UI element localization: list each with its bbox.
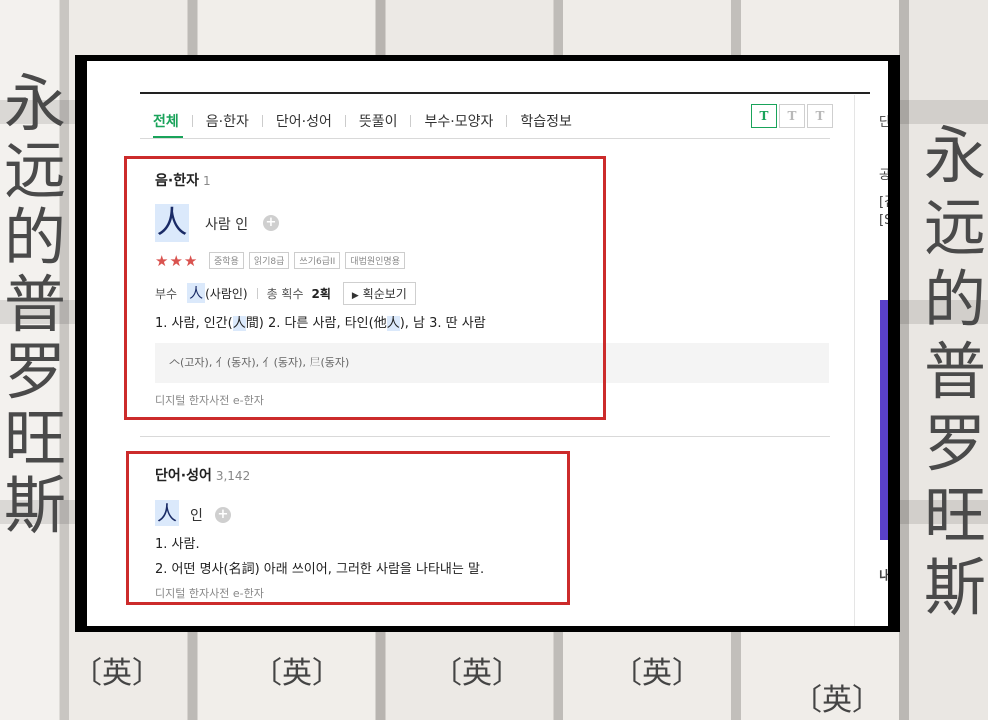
- hanja-reading: 사람 인: [205, 217, 249, 233]
- header-rule: [140, 92, 870, 94]
- sidebar-text[interactable]: [검: [879, 191, 888, 210]
- level-badge: 중학용: [209, 252, 244, 269]
- words-section-title: 단어·성어 3,142: [155, 465, 250, 485]
- level-badge: 읽기8급: [248, 252, 290, 269]
- importance-stars: ★★★: [155, 252, 199, 270]
- book-title-right: 永 远 的 普 罗 旺 斯: [924, 119, 987, 624]
- book-spine-label: 〔英〕: [72, 656, 162, 691]
- sidebar-text: 단: [879, 115, 888, 130]
- screenshot-frame: 전체 음·한자 단어·성어 뜻풀이 부수·모양자 학습정보 T T T 단 공 …: [75, 55, 900, 632]
- add-word-button[interactable]: +: [215, 507, 231, 523]
- word-reading: 인: [190, 508, 203, 524]
- tab-reading-hanja[interactable]: 음·한자: [206, 111, 249, 131]
- tab-separator: [506, 115, 508, 127]
- radical-label: 부수: [155, 286, 178, 301]
- radical-name: (사람인): [205, 286, 248, 301]
- tab-radical-shape[interactable]: 부수·모양자: [424, 111, 493, 131]
- tab-study-info[interactable]: 학습정보: [520, 111, 572, 131]
- info-separator: [256, 287, 258, 299]
- column-divider: [854, 95, 855, 626]
- meaning-text: ), 남 3. 딴 사람: [399, 316, 486, 331]
- book-char: 罗: [924, 407, 987, 480]
- sidebar-text[interactable]: [S: [879, 213, 888, 228]
- book-char: 罗: [4, 335, 67, 408]
- sidebar-banner[interactable]: [880, 300, 888, 540]
- book-char: 永: [4, 67, 67, 140]
- font-size-controls: T T T: [749, 104, 833, 128]
- tab-separator: [344, 115, 346, 127]
- word-source-link[interactable]: 디지털 한자사전 e-한자: [155, 585, 264, 601]
- book-char: 普: [4, 268, 67, 341]
- level-badges: 중학용 읽기8급 쓰기6급II 대법원인명용: [209, 252, 410, 269]
- hanja-section-title-label: 음·한자: [155, 173, 199, 189]
- book-spine-label: 〔英〕: [612, 656, 702, 691]
- book-char: 斯: [924, 551, 987, 624]
- variant-characters: 𠆢(고자), 亻(동자), 亻(동자), 𡰥(동자): [155, 343, 829, 383]
- tab-all[interactable]: 전체: [153, 111, 179, 131]
- book-title-left: 永 远 的 普 罗 旺 斯: [4, 70, 84, 539]
- book-spine-label: 〔英〕: [432, 656, 522, 691]
- hanja-section-count: 1: [202, 174, 211, 188]
- book-char: 的: [924, 263, 987, 336]
- stroke-order-button[interactable]: ▶ 획순보기: [342, 281, 416, 305]
- sidebar-text: 내: [879, 569, 888, 584]
- book-char: 旺: [924, 479, 987, 552]
- word-meaning-1: 1. 사람.: [155, 537, 200, 552]
- meaning-text: 1. 사람, 인간(: [155, 316, 233, 331]
- hanja-section-title: 음·한자 1: [155, 170, 211, 190]
- level-badge: 쓰기6급II: [294, 252, 341, 269]
- book-char: 远: [924, 191, 987, 264]
- tab-rule: [140, 138, 830, 139]
- words-section-title-label: 단어·성어: [155, 468, 212, 484]
- add-to-vocab-button[interactable]: +: [263, 215, 279, 231]
- book-char: 普: [924, 335, 987, 408]
- radical-stroke-row: 부수 人 (사람인) 총 획수 2획 ▶ 획순보기: [155, 281, 416, 305]
- font-size-large-button[interactable]: T: [807, 104, 833, 128]
- font-size-medium-button[interactable]: T: [779, 104, 805, 128]
- tab-words-idioms[interactable]: 단어·성어: [276, 111, 332, 131]
- book-char: 的: [4, 201, 67, 274]
- book-char: 远: [4, 134, 67, 207]
- play-icon: ▶: [351, 290, 359, 301]
- hanja-character[interactable]: 人: [155, 204, 189, 242]
- tab-meanings[interactable]: 뜻풀이: [359, 111, 398, 131]
- active-tab-indicator: [153, 136, 183, 138]
- stroke-count-value: 2획: [311, 286, 331, 301]
- word-meaning-2: 2. 어떤 명사(名詞) 아래 쓰이어, 그러한 사람을 나타내는 말.: [155, 562, 485, 577]
- words-section-count: 3,142: [215, 469, 251, 483]
- meaning-highlight[interactable]: 人: [232, 316, 246, 331]
- tab-bar: 전체 음·한자 단어·성어 뜻풀이 부수·모양자 학습정보: [153, 106, 572, 136]
- dictionary-page: 전체 음·한자 단어·성어 뜻풀이 부수·모양자 학습정보 T T T 단 공 …: [87, 61, 888, 626]
- font-size-small-button[interactable]: T: [751, 104, 777, 128]
- hanja-meaning: 1. 사람, 인간(人間) 2. 다른 사람, 타인(他人), 남 3. 딴 사…: [155, 312, 486, 331]
- tab-separator: [261, 115, 263, 127]
- hanja-source-link[interactable]: 디지털 한자사전 e-한자: [155, 392, 264, 408]
- section-divider: [140, 436, 830, 437]
- book-char: 旺: [4, 402, 67, 475]
- word-hanja-character[interactable]: 人: [155, 500, 179, 526]
- meaning-highlight[interactable]: 人: [386, 316, 400, 331]
- book-spine-label: 〔英〕: [252, 656, 342, 691]
- tab-separator: [410, 115, 412, 127]
- meaning-text: 間) 2. 다른 사람, 타인(他: [245, 316, 387, 331]
- book-spine-label: 〔英〕: [792, 683, 882, 718]
- radical-character[interactable]: 人: [187, 283, 206, 303]
- book-char: 永: [924, 119, 987, 192]
- tab-separator: [191, 115, 193, 127]
- book-char: 斯: [4, 469, 67, 542]
- sidebar-text: 공: [879, 168, 888, 183]
- stroke-order-label: 획순보기: [362, 286, 407, 301]
- level-badge: 대법원인명용: [345, 252, 405, 269]
- stroke-count-label: 총 획수: [266, 286, 304, 301]
